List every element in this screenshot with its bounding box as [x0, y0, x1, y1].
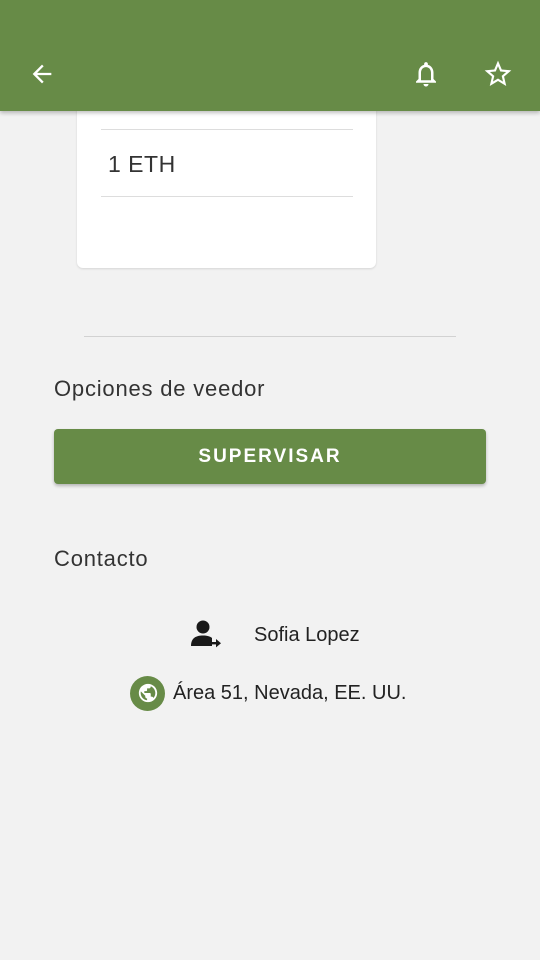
bell-icon: [416, 62, 436, 87]
contact-name: Sofia Lopez: [254, 623, 360, 646]
contact-location: Área 51, Nevada, EE. UU.: [173, 681, 407, 704]
card-divider-bottom: [101, 196, 353, 197]
amount-value: 1 ETH: [108, 151, 176, 177]
veedor-options-title: Opciones de veedor: [54, 376, 266, 401]
globe-icon: [138, 683, 157, 703]
arrow-back-icon: [32, 64, 52, 84]
location-badge: [130, 675, 165, 711]
person-arrow-icon: [191, 620, 221, 648]
star-outline-icon: [484, 60, 512, 86]
back-button[interactable]: [20, 52, 64, 96]
section-divider: [84, 336, 456, 337]
contact-person-row: Sofia Lopez: [188, 618, 360, 652]
card-divider-top: [101, 129, 353, 130]
app-bar: [0, 0, 540, 111]
supervise-button[interactable]: SUPERVISAR: [54, 429, 486, 484]
contact-location-row: Área 51, Nevada, EE. UU.: [130, 675, 406, 711]
favorite-button[interactable]: [476, 52, 520, 96]
notifications-button[interactable]: [404, 52, 448, 96]
contact-title: Contacto: [54, 546, 149, 571]
